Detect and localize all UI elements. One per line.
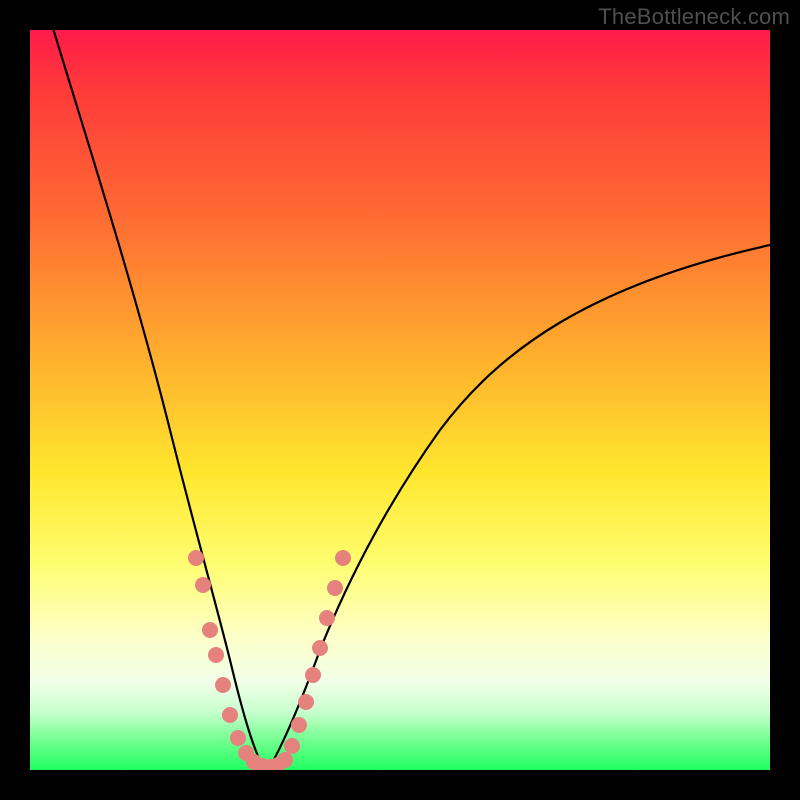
chart-frame: TheBottleneck.com xyxy=(0,0,800,800)
dot xyxy=(277,752,293,768)
watermark-text: TheBottleneck.com xyxy=(598,4,790,30)
dot xyxy=(188,550,204,566)
dot xyxy=(319,610,335,626)
dot xyxy=(305,667,321,683)
dot xyxy=(215,677,231,693)
dot xyxy=(208,647,224,663)
dot xyxy=(230,730,246,746)
dot xyxy=(298,694,314,710)
curves-svg xyxy=(30,30,770,770)
dot xyxy=(202,622,218,638)
dot xyxy=(335,550,351,566)
curve-right-branch xyxy=(268,245,770,770)
dot-cluster xyxy=(188,550,351,770)
dot xyxy=(284,738,300,754)
plot-area xyxy=(30,30,770,770)
dot xyxy=(327,580,343,596)
dot xyxy=(195,577,211,593)
dot xyxy=(222,707,238,723)
dot xyxy=(312,640,328,656)
curve-left-branch xyxy=(52,30,268,770)
dot xyxy=(291,717,307,733)
